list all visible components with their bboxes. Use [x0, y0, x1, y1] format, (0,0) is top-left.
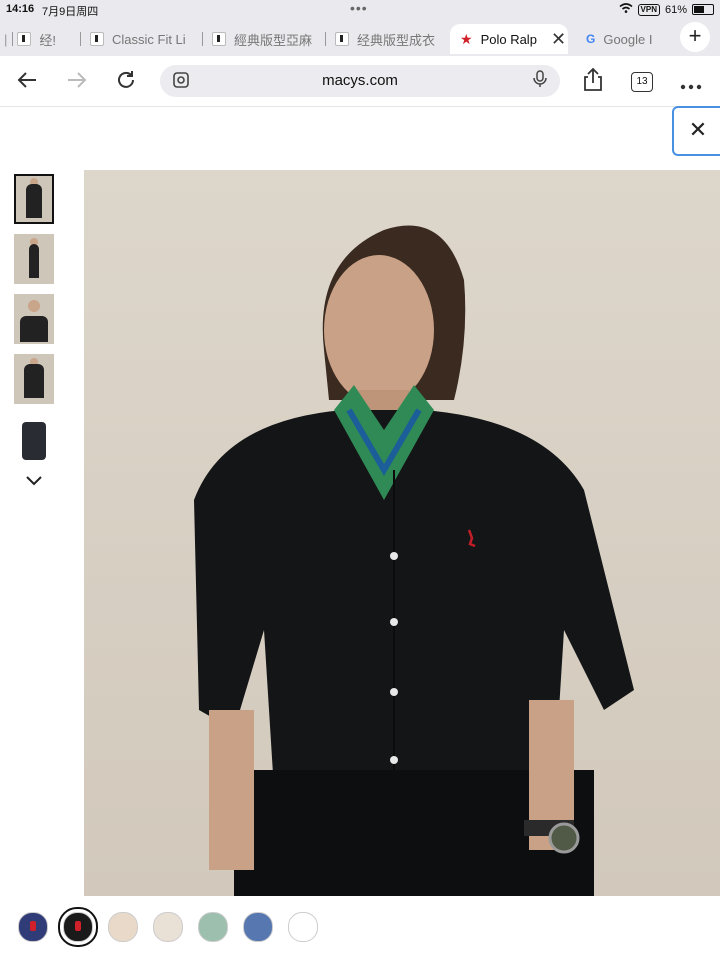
- tab-label: Google I: [603, 31, 653, 47]
- url-text[interactable]: macys.com: [160, 72, 560, 89]
- polo-favicon-icon: [335, 32, 349, 46]
- google-favicon-icon: G: [586, 32, 596, 46]
- polo-favicon-icon: [17, 32, 32, 46]
- color-swatch-1[interactable]: [18, 912, 48, 942]
- pony-logo-icon: [75, 921, 81, 931]
- address-bar[interactable]: macys.com: [160, 65, 560, 97]
- tab-count-button[interactable]: 13: [631, 72, 653, 92]
- tab-label: Polo Ralp: [480, 31, 537, 47]
- tab-label: 经典版型成衣: [357, 32, 436, 48]
- color-swatch-7[interactable]: [288, 912, 318, 942]
- color-swatches: [18, 907, 318, 947]
- wifi-icon: [619, 3, 633, 16]
- product-photo: [194, 225, 634, 896]
- star-favicon-icon: ★: [460, 30, 473, 47]
- tab-4[interactable]: 经典版型成衣: [325, 24, 441, 54]
- tab-bar: | 经! Classic Fit Li 經典版型亞麻 经典版型成衣 ★ Polo…: [0, 20, 720, 56]
- tab-google[interactable]: G Google I: [572, 24, 662, 54]
- tab-label: 经!: [39, 32, 57, 48]
- tab-label: Classic Fit Li: [112, 31, 186, 47]
- status-date: 7月9日周四: [42, 6, 99, 18]
- tab-edge-icon: |: [4, 31, 8, 47]
- color-swatch-5[interactable]: [198, 912, 228, 942]
- new-tab-button[interactable]: +: [680, 22, 710, 52]
- share-icon[interactable]: [582, 67, 604, 98]
- multitask-dots[interactable]: •••: [350, 0, 368, 16]
- thumbnail-2[interactable]: [14, 234, 54, 284]
- battery-percent: 61%: [664, 3, 687, 16]
- browser-toolbar: macys.com 13: [0, 56, 720, 107]
- thumbnail-list: [14, 174, 54, 491]
- polo-favicon-icon: [90, 32, 104, 46]
- tab-close-icon[interactable]: ✕: [551, 29, 566, 50]
- thumbnail-5[interactable]: [14, 414, 54, 464]
- tab-2[interactable]: Classic Fit Li: [80, 24, 192, 54]
- status-indicators: VPN 61%: [619, 3, 714, 16]
- color-swatch-4[interactable]: [153, 912, 183, 942]
- status-bar: 14:16 7月9日周四 ••• VPN 61%: [0, 0, 720, 20]
- close-icon[interactable]: ✕: [672, 106, 720, 156]
- thumbnail-3[interactable]: [14, 294, 54, 344]
- thumbnail-4[interactable]: [14, 354, 54, 404]
- back-arrow-icon[interactable]: [16, 68, 40, 98]
- tab-label: 經典版型亞麻: [234, 32, 313, 48]
- color-swatch-3[interactable]: [108, 912, 138, 942]
- tab-polo-active[interactable]: ★ Polo Ralp ✕: [450, 24, 568, 54]
- tab-3[interactable]: 經典版型亞麻: [202, 24, 320, 54]
- forward-arrow-icon[interactable]: [64, 68, 88, 98]
- color-swatch-2[interactable]: [58, 907, 98, 947]
- thumbnail-1[interactable]: [14, 174, 54, 224]
- polo-favicon-icon: [212, 32, 226, 46]
- pony-logo-icon: [30, 921, 36, 931]
- more-icon[interactable]: [680, 70, 702, 96]
- color-swatch-6[interactable]: [243, 912, 273, 942]
- reload-icon[interactable]: [114, 68, 138, 98]
- chevron-down-icon[interactable]: [14, 470, 54, 491]
- status-time: 14:16: [6, 3, 35, 15]
- microphone-icon[interactable]: [532, 70, 548, 92]
- battery-icon: [692, 4, 714, 15]
- product-main-image[interactable]: [84, 170, 720, 896]
- vpn-badge: VPN: [637, 3, 660, 16]
- tab-1[interactable]: | 经!: [0, 24, 70, 54]
